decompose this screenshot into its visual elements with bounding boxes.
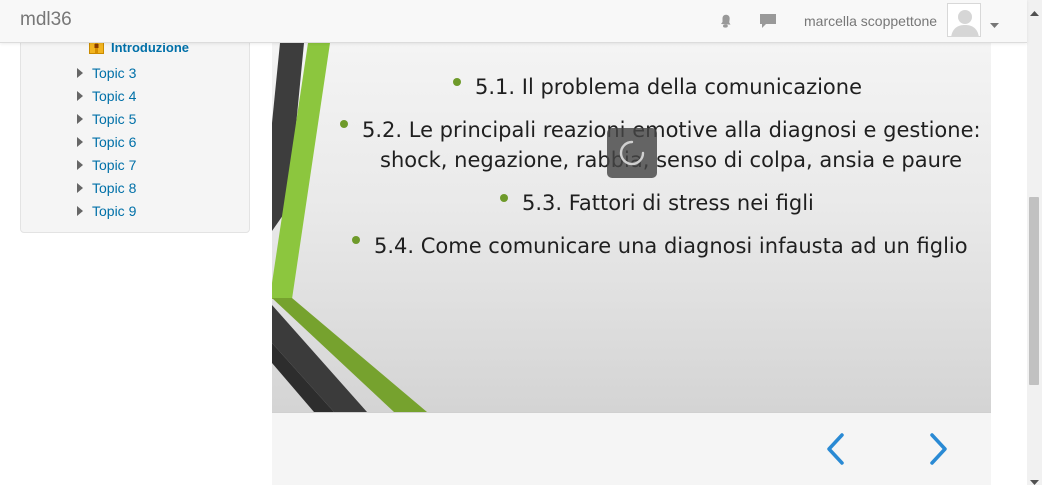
expand-triangle-icon[interactable] [77, 114, 83, 124]
sidebar-item-label[interactable]: Topic 4 [92, 88, 136, 104]
site-brand[interactable]: mdl36 [20, 9, 72, 31]
slide-line-3: 5.3. Fattori di stress nei figli [522, 191, 814, 215]
sidebar-item-label[interactable]: Topic 3 [92, 65, 136, 81]
sidebar-item-topic-8[interactable]: Topic 8 [21, 178, 249, 198]
course-navigation-block: Introduzione Topic 3 Topic 4 Topic 5 Top… [20, 30, 250, 233]
expand-triangle-icon[interactable] [77, 206, 83, 216]
sidebar-item-label[interactable]: Topic 6 [92, 134, 136, 150]
slide-line-2: 5.2. Le principali reazioni emotive alla… [362, 118, 981, 142]
message-icon[interactable] [758, 11, 778, 31]
expand-triangle-icon[interactable] [77, 160, 83, 170]
sidebar-item-topic-3[interactable]: Topic 3 [21, 63, 249, 83]
slide-line-1: 5.1. Il problema della comunicazione [475, 75, 863, 99]
bullet-point [453, 78, 461, 86]
slide-viewer: 5.1. Il problema della comunicazione 5.2… [272, 43, 991, 485]
caret-down-icon[interactable] [990, 16, 1000, 34]
previous-slide-button[interactable] [822, 431, 852, 467]
avatar[interactable] [947, 3, 981, 37]
bullet-point [500, 194, 508, 202]
chevron-left-icon[interactable] [822, 431, 852, 467]
scroll-down-arrow-icon[interactable] [1030, 473, 1039, 491]
bullet-point [340, 120, 348, 128]
sidebar-item-label[interactable]: Topic 5 [92, 111, 136, 127]
sidebar-item-label[interactable]: Topic 7 [92, 157, 136, 173]
expand-triangle-icon[interactable] [77, 91, 83, 101]
page-scrollbar[interactable] [1027, 0, 1042, 485]
loading-spinner [607, 128, 657, 178]
sidebar-item-label[interactable]: Topic 9 [92, 203, 136, 219]
slide-line-2-cont: shock, negazione, rabbia, senso di colpa… [380, 148, 963, 172]
presentation-slide: 5.1. Il problema della comunicazione 5.2… [272, 43, 991, 412]
bullet-point [352, 236, 360, 244]
slide-decoration [272, 43, 427, 412]
viewer-divider [272, 412, 991, 413]
scroll-up-arrow-icon[interactable] [1030, 4, 1039, 22]
slide-line-4: 5.4. Come comunicare una diagnosi infaus… [374, 234, 968, 258]
expand-triangle-icon[interactable] [77, 183, 83, 193]
sidebar-item-topic-7[interactable]: Topic 7 [21, 155, 249, 175]
top-navbar: mdl36 marcella scoppettone [0, 0, 1027, 43]
scrollbar-thumb[interactable] [1029, 197, 1039, 385]
expand-triangle-icon[interactable] [77, 68, 83, 78]
expand-triangle-icon[interactable] [77, 137, 83, 147]
sidebar-item-topic-4[interactable]: Topic 4 [21, 86, 249, 106]
sidebar-item-topic-9[interactable]: Topic 9 [21, 201, 249, 221]
next-slide-button[interactable] [922, 431, 952, 467]
sidebar-item-label[interactable]: Topic 8 [92, 180, 136, 196]
bell-icon[interactable] [716, 11, 736, 31]
chevron-right-icon[interactable] [922, 431, 952, 467]
user-name[interactable]: marcella scoppettone [804, 13, 937, 29]
sidebar-item-topic-5[interactable]: Topic 5 [21, 109, 249, 129]
sidebar-item-topic-6[interactable]: Topic 6 [21, 132, 249, 152]
